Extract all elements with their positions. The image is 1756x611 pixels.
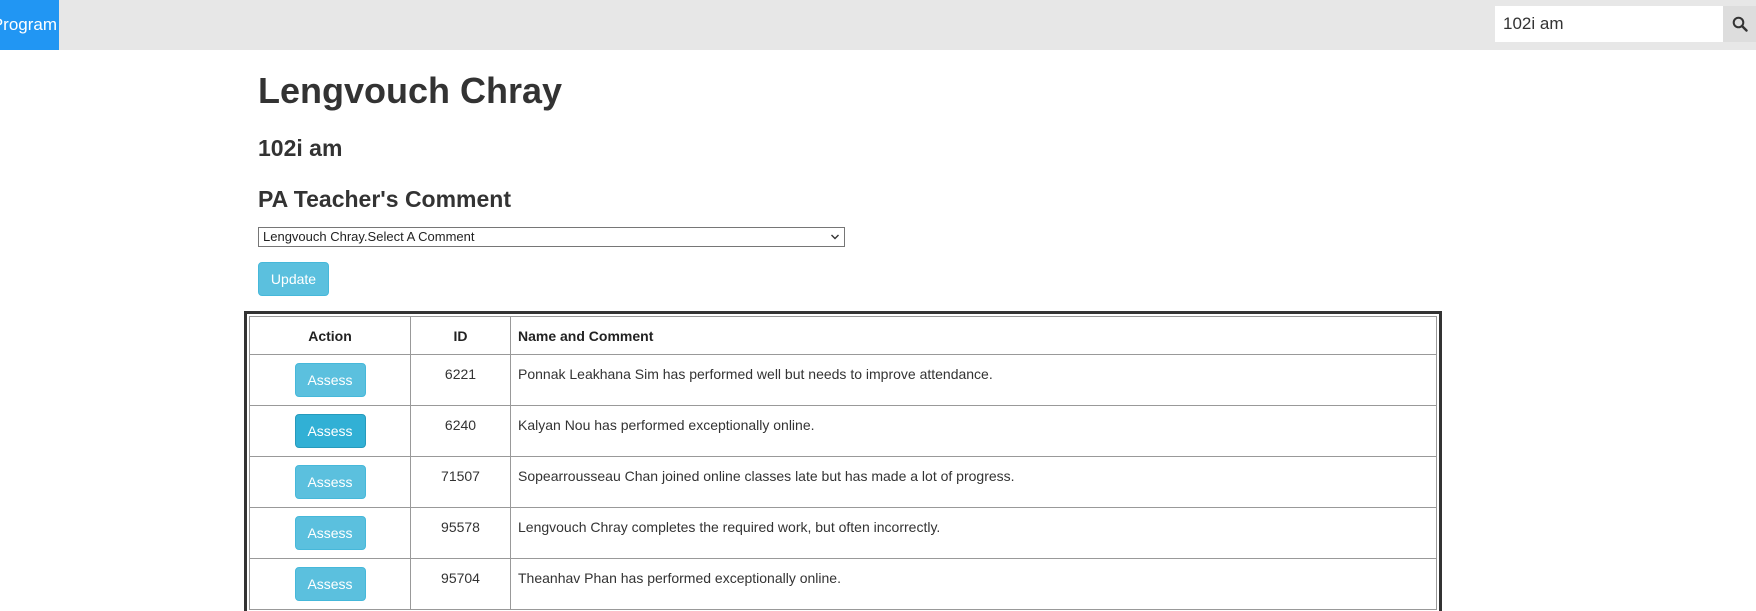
- table-row: Assess 6221 Ponnak Leakhana Sim has perf…: [249, 354, 1437, 406]
- id-cell: 6240: [410, 405, 511, 457]
- chevron-down-icon: [831, 234, 839, 240]
- top-navbar: Program: [0, 0, 1756, 50]
- comment-cell: Theanhav Phan has performed exceptionall…: [510, 558, 1437, 610]
- column-header-name-comment: Name and Comment: [510, 316, 1437, 355]
- column-header-id: ID: [410, 316, 511, 355]
- action-cell: Assess: [249, 558, 411, 610]
- table-row: Assess 6240 Kalyan Nou has performed exc…: [249, 405, 1437, 457]
- column-header-action: Action: [249, 316, 411, 355]
- action-cell: Assess: [249, 405, 411, 457]
- action-cell: Assess: [249, 456, 411, 508]
- assess-button[interactable]: Assess: [294, 465, 366, 499]
- students-table-container: Action ID Name and Comment Assess 6221 P…: [244, 311, 1442, 611]
- update-button-label: Update: [270, 271, 317, 287]
- table-row: Assess 95578 Lengvouch Chray completes t…: [249, 507, 1437, 559]
- page-title: Lengvouch Chray: [258, 70, 563, 111]
- table-row: Assess 95704 Theanhav Phan has performed…: [249, 558, 1437, 610]
- comment-select-value: Lengvouch Chray.Select A Comment: [263, 229, 475, 244]
- table-row: Assess 71507 Sopearrousseau Chan joined …: [249, 456, 1437, 508]
- id-cell: 95578: [410, 507, 511, 559]
- action-cell: Assess: [249, 507, 411, 559]
- comment-select[interactable]: Lengvouch Chray.Select A Comment: [258, 227, 845, 247]
- search-button[interactable]: [1723, 6, 1756, 42]
- comment-cell: Ponnak Leakhana Sim has performed well b…: [510, 354, 1437, 406]
- assess-button[interactable]: Assess: [294, 516, 366, 550]
- assess-button[interactable]: Assess: [294, 363, 366, 397]
- program-nav-button[interactable]: Program: [0, 0, 59, 50]
- comment-cell: Sopearrousseau Chan joined online classe…: [510, 456, 1437, 508]
- action-cell: Assess: [249, 354, 411, 406]
- students-table: Action ID Name and Comment Assess 6221 P…: [249, 316, 1437, 610]
- page-subtitle: 102i am: [258, 135, 343, 161]
- id-cell: 6221: [410, 354, 511, 406]
- program-nav-label: Program: [0, 15, 57, 34]
- assess-button[interactable]: Assess: [294, 567, 366, 601]
- section-heading: PA Teacher's Comment: [258, 186, 511, 212]
- assess-button[interactable]: Assess: [294, 414, 366, 448]
- comment-cell: Lengvouch Chray completes the required w…: [510, 507, 1437, 559]
- search-icon: [1732, 16, 1748, 32]
- table-header-row: Action ID Name and Comment: [249, 316, 1437, 355]
- update-button[interactable]: Update: [258, 262, 329, 296]
- id-cell: 71507: [410, 456, 511, 508]
- search-input[interactable]: [1495, 6, 1723, 42]
- comment-cell: Kalyan Nou has performed exceptionally o…: [510, 405, 1437, 457]
- id-cell: 95704: [410, 558, 511, 610]
